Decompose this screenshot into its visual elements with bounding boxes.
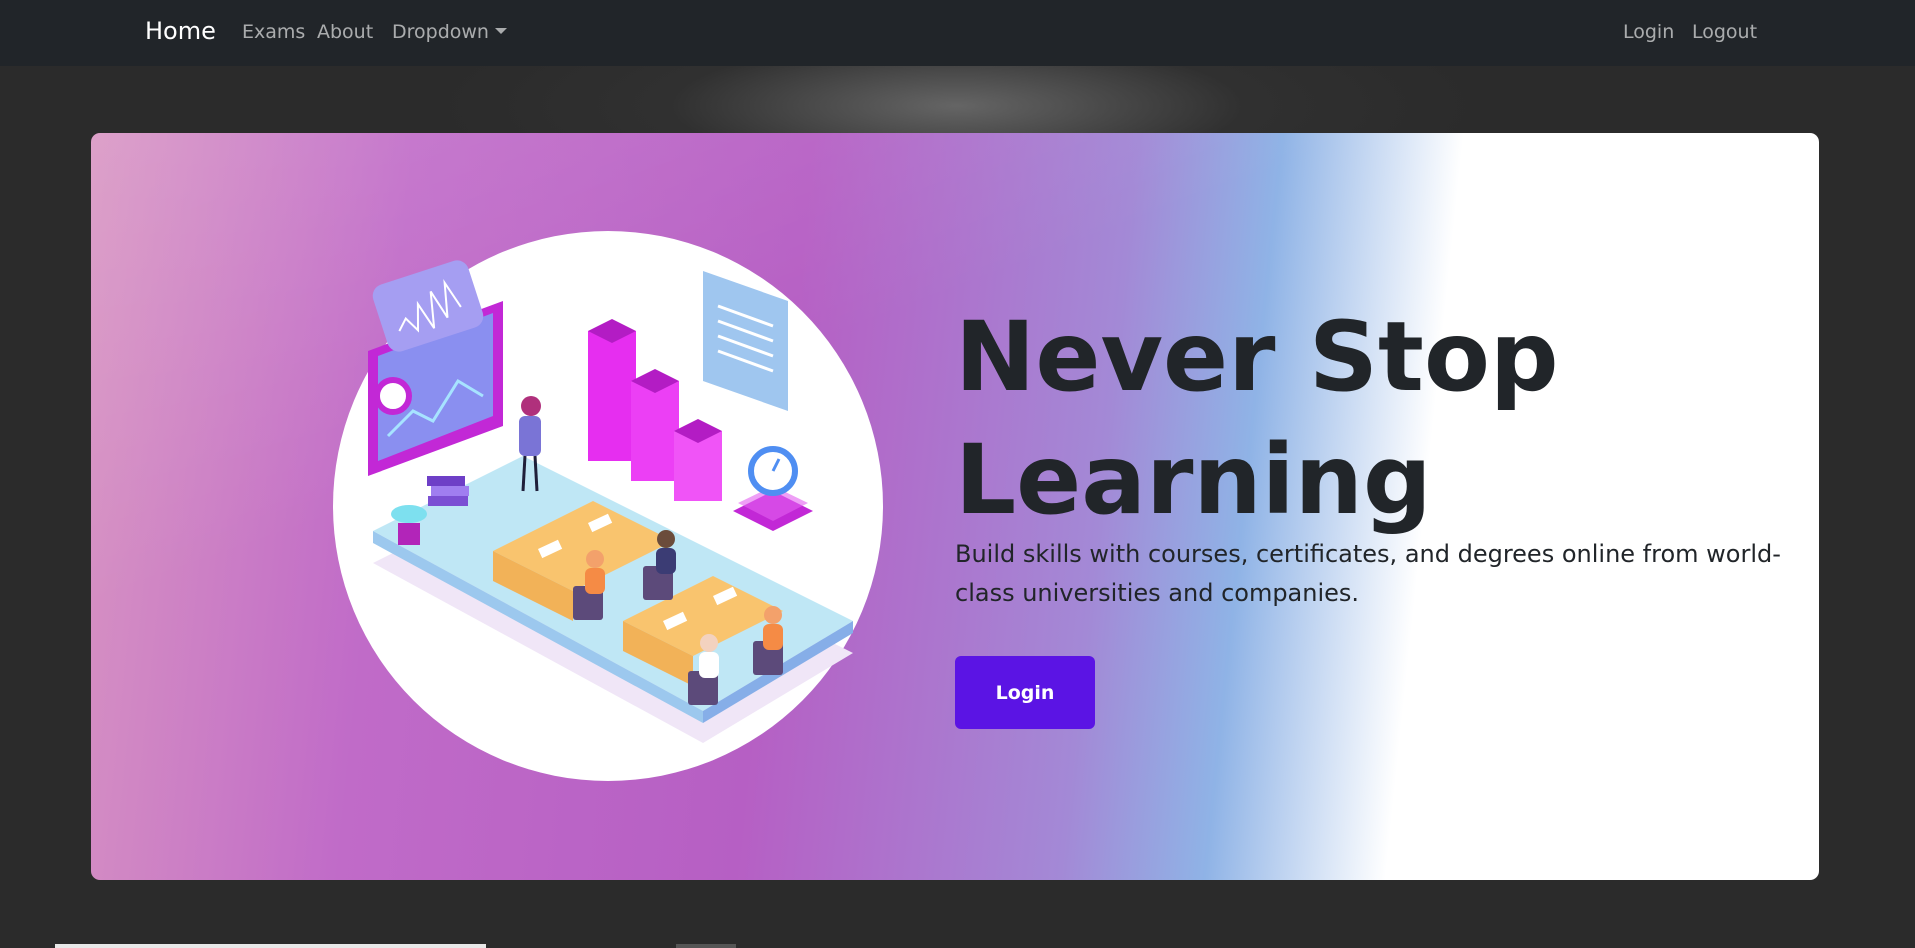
bottom-indicator-secondary bbox=[676, 944, 736, 948]
hero-login-button[interactable]: Login bbox=[955, 656, 1095, 729]
nav-dropdown-toggle[interactable]: Dropdown bbox=[392, 21, 507, 43]
nav-dropdown-label: Dropdown bbox=[392, 21, 489, 43]
nav-link-logout[interactable]: Logout bbox=[1692, 21, 1757, 43]
hero-title: Never Stop Learning bbox=[955, 301, 1559, 536]
nav-link-about[interactable]: About bbox=[317, 21, 373, 43]
classroom-illustration bbox=[333, 231, 883, 781]
nav-link-exams[interactable]: Exams bbox=[242, 21, 305, 43]
hero-description: Build skills with courses, certificates,… bbox=[955, 540, 1781, 607]
nav-link-login[interactable]: Login bbox=[1623, 21, 1674, 43]
hero-card: Never Stop Learning Build skills with co… bbox=[91, 133, 1819, 880]
caret-down-icon bbox=[494, 28, 507, 34]
bottom-scroll-indicator bbox=[55, 944, 486, 948]
navbar-brand-home[interactable]: Home bbox=[145, 17, 216, 45]
top-navbar: Home Exams About Dropdown Login Logout bbox=[0, 0, 1915, 66]
